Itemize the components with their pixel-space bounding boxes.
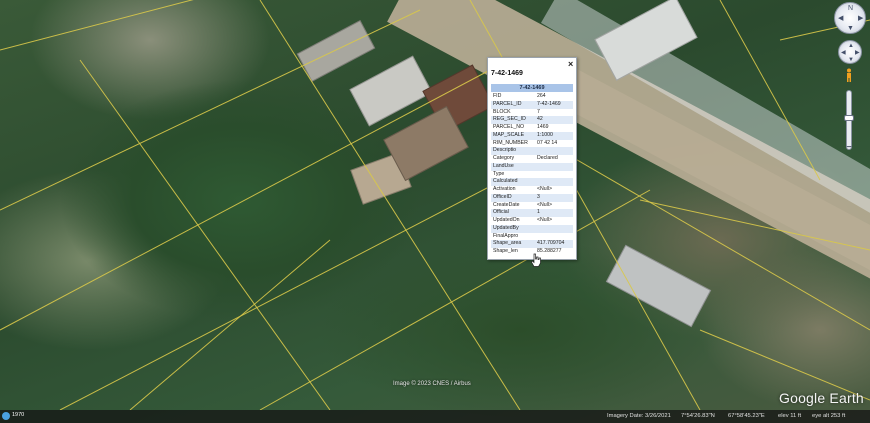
attribute-table: FID 264 PARCEL_ID 7-42-1469 BLOCK 7 REG_SEC_ID…	[491, 93, 573, 256]
attribute-value: 1:1000	[537, 131, 553, 138]
attribute-row: OfficeID 3	[491, 193, 573, 202]
attribute-key: REG_SEC_ID	[493, 116, 526, 123]
attribute-key: MAP_SCALE	[493, 131, 525, 138]
google-earth-logo: Google Earth	[779, 390, 864, 406]
attribute-row: CreateDate <Null>	[491, 202, 573, 210]
zoom-out-button[interactable]: −	[843, 143, 855, 153]
attribute-value: <Null>	[537, 186, 552, 192]
longitude-readout: 67°58'45.23"E	[728, 413, 765, 419]
attribute-value: 264	[537, 93, 546, 99]
attribute-row: REG_SEC_ID 42	[491, 116, 573, 124]
parcel-line	[259, 189, 651, 410]
pegman-icon[interactable]	[845, 68, 853, 82]
attribute-row: PARCEL_NO 1469	[491, 124, 573, 132]
attribute-key: UpdatedBy	[493, 224, 519, 231]
parcel-line	[639, 199, 870, 251]
compass-north-label: N	[848, 5, 854, 12]
arrow-right-icon: ▶	[855, 50, 860, 56]
satellite-map[interactable]	[0, 0, 870, 423]
attribute-row: Activation <Null>	[491, 186, 573, 194]
attribute-key: Activation	[493, 186, 516, 192]
attribute-value: 3	[537, 193, 540, 200]
attribute-row: Official 1	[491, 209, 573, 217]
attribute-key: Descriptio	[493, 147, 517, 154]
zoom-slider-thumb[interactable]	[844, 115, 854, 121]
attribute-value: 1469	[537, 124, 549, 130]
attribute-row: RIM_NUMBER 07 42 14	[491, 140, 573, 148]
attribute-row: BLOCK 7	[491, 109, 573, 117]
attribute-value: 417.709704	[537, 240, 565, 247]
attribute-row: LandUse	[491, 162, 573, 171]
elevation-readout: elev 11 ft	[778, 413, 802, 419]
parcel-line	[259, 0, 521, 410]
attribute-value: 42	[537, 116, 543, 123]
arrow-left-icon: ◀	[838, 15, 844, 22]
attribute-key: Shape_area	[493, 240, 522, 247]
attribute-row: Descriptio	[491, 147, 573, 155]
attribute-value: 7-42-1469	[537, 100, 561, 107]
attribute-key: FID	[493, 93, 502, 99]
attribute-value: 1	[537, 209, 540, 216]
attribute-key: Category	[493, 155, 515, 161]
scale-icon	[2, 412, 10, 420]
feature-info-popup: 7-42-1469 × 7-42-1469 FID 264 PARCEL_ID 7-4…	[487, 57, 577, 260]
attribute-row: Category Declared	[491, 155, 573, 163]
attribute-key: PARCEL_ID	[493, 100, 522, 107]
arrow-up-icon: ▲	[848, 43, 854, 49]
attribute-row: FID 264	[491, 93, 573, 101]
hand-cursor-icon	[531, 253, 541, 267]
attribute-value: Declared	[537, 155, 558, 161]
attribute-value: 7	[537, 108, 540, 115]
close-icon[interactable]: ×	[568, 59, 573, 69]
popup-title: 7-42-1469	[491, 70, 523, 77]
attribute-key: FinalAppro	[493, 232, 519, 239]
scale-label: 1970	[12, 412, 25, 418]
attribute-key: OfficeID	[493, 193, 512, 200]
latitude-readout: 7°54'26.83"N	[681, 413, 715, 419]
attribute-key: CreateDate	[493, 201, 520, 208]
attribute-key: BLOCK	[493, 108, 511, 115]
parcel-boundaries	[0, 0, 870, 410]
attribute-value: <Null>	[537, 201, 552, 208]
attribute-row: Type	[491, 171, 573, 179]
compass-control[interactable]: N ◀ ▶ ▼	[834, 2, 866, 34]
attribute-value: 07 42 14	[537, 139, 558, 146]
imagery-date: Imagery Date: 3/26/2021	[607, 413, 671, 419]
imagery-credit: Image © 2023 CNES / Airbus	[393, 381, 471, 387]
arrow-right-icon: ▶	[858, 15, 864, 22]
attribute-key: Calculated	[493, 178, 518, 185]
attribute-key: LandUse	[493, 162, 514, 169]
arrow-left-icon: ◀	[841, 50, 846, 56]
parcel-line	[0, 0, 194, 51]
attribute-key: RIM_NUMBER	[493, 139, 528, 146]
parcel-line	[719, 0, 821, 181]
eye-altitude-readout: eye alt 253 ft	[812, 413, 846, 419]
attribute-row: PARCEL_ID 7-42-1469	[491, 100, 573, 109]
parcel-line	[0, 9, 421, 211]
attribute-key: Type	[493, 170, 505, 177]
attribute-row: FinalAppro	[491, 233, 573, 241]
attribute-row: UpdatedOn <Null>	[491, 217, 573, 225]
attribute-row: Calculated	[491, 178, 573, 186]
attribute-value: <Null>	[537, 217, 552, 223]
attribute-table-header: 7-42-1469	[491, 84, 573, 92]
attribute-row: MAP_SCALE 1:1000	[491, 131, 573, 140]
look-control[interactable]: ▲ ◀ ▶ ▼	[838, 40, 862, 64]
attribute-key: UpdatedOn	[493, 217, 520, 223]
attribute-row: Shape_area 417.709704	[491, 240, 573, 248]
arrow-down-icon: ▼	[847, 25, 854, 32]
attribute-key: Shape_len	[493, 248, 518, 254]
parcel-line	[129, 239, 331, 410]
attribute-key: PARCEL_NO	[493, 124, 525, 130]
attribute-row: UpdatedBy	[491, 224, 573, 233]
arrow-down-icon: ▼	[848, 57, 854, 63]
parcel-line	[59, 149, 561, 410]
attribute-key: Official	[493, 209, 509, 216]
